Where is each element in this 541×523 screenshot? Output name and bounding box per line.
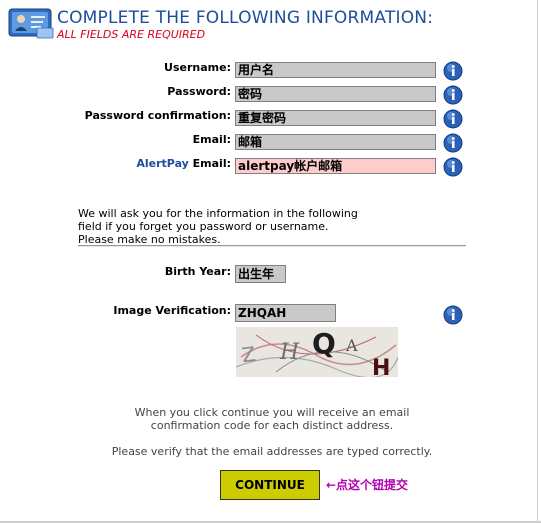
alertpay-email-label-text: Email: — [188, 157, 231, 170]
info-line: When you click continue you will receive… — [134, 406, 410, 419]
password-label: Password: — [167, 85, 231, 98]
password-confirmation-field[interactable]: 重复密码 — [235, 110, 436, 126]
continue-button[interactable]: CONTINUE — [220, 470, 320, 500]
note-line: field if you forget you password or user… — [78, 220, 329, 233]
frame-border-right — [537, 0, 538, 523]
captcha-letter: A — [345, 336, 358, 355]
info-icon[interactable] — [443, 61, 463, 81]
info-icon[interactable] — [443, 157, 463, 177]
info-icon[interactable] — [443, 133, 463, 153]
forgot-info-note: We will ask you for the information in t… — [78, 207, 358, 246]
required-note: ALL FIELDS ARE REQUIRED — [57, 28, 206, 41]
verification-code-field[interactable]: ZHQAH — [235, 304, 336, 322]
alertpay-brand: AlertPay — [136, 157, 189, 170]
captcha-letter: H — [372, 356, 390, 377]
captcha-letter: H — [279, 340, 300, 365]
continue-info: When you click continue you will receive… — [78, 406, 466, 432]
divider — [78, 245, 466, 247]
captcha-letter: Q — [312, 327, 336, 360]
image-verification-label: Image Verification: — [113, 304, 231, 317]
email-label: Email: — [192, 133, 231, 146]
click-annotation: ←点这个钮提交 — [326, 478, 409, 492]
birth-year-field[interactable]: 出生年 — [235, 265, 286, 283]
alertpay-email-label: AlertPay Email: — [136, 157, 231, 170]
email-field[interactable]: 邮箱 — [235, 134, 436, 150]
username-field[interactable]: 用户名 — [235, 62, 436, 78]
id-card-logo — [8, 8, 54, 39]
info-icon[interactable] — [443, 85, 463, 105]
alertpay-email-field[interactable]: alertpay帐户邮箱 — [235, 158, 436, 174]
captcha-image: Z H Q A H — [236, 327, 398, 377]
password-field[interactable]: 密码 — [235, 86, 436, 102]
info-icon[interactable] — [443, 305, 463, 325]
username-label: Username: — [164, 61, 231, 74]
page-title: COMPLETE THE FOLLOWING INFORMATION: — [57, 8, 434, 28]
password-confirmation-label: Password confirmation: — [84, 109, 231, 122]
birth-year-label: Birth Year: — [164, 265, 231, 278]
info-line: confirmation code for each distinct addr… — [150, 419, 394, 432]
info-icon[interactable] — [443, 109, 463, 129]
verify-email-note: Please verify that the email addresses a… — [111, 445, 433, 458]
note-line: We will ask you for the information in t… — [78, 207, 358, 220]
